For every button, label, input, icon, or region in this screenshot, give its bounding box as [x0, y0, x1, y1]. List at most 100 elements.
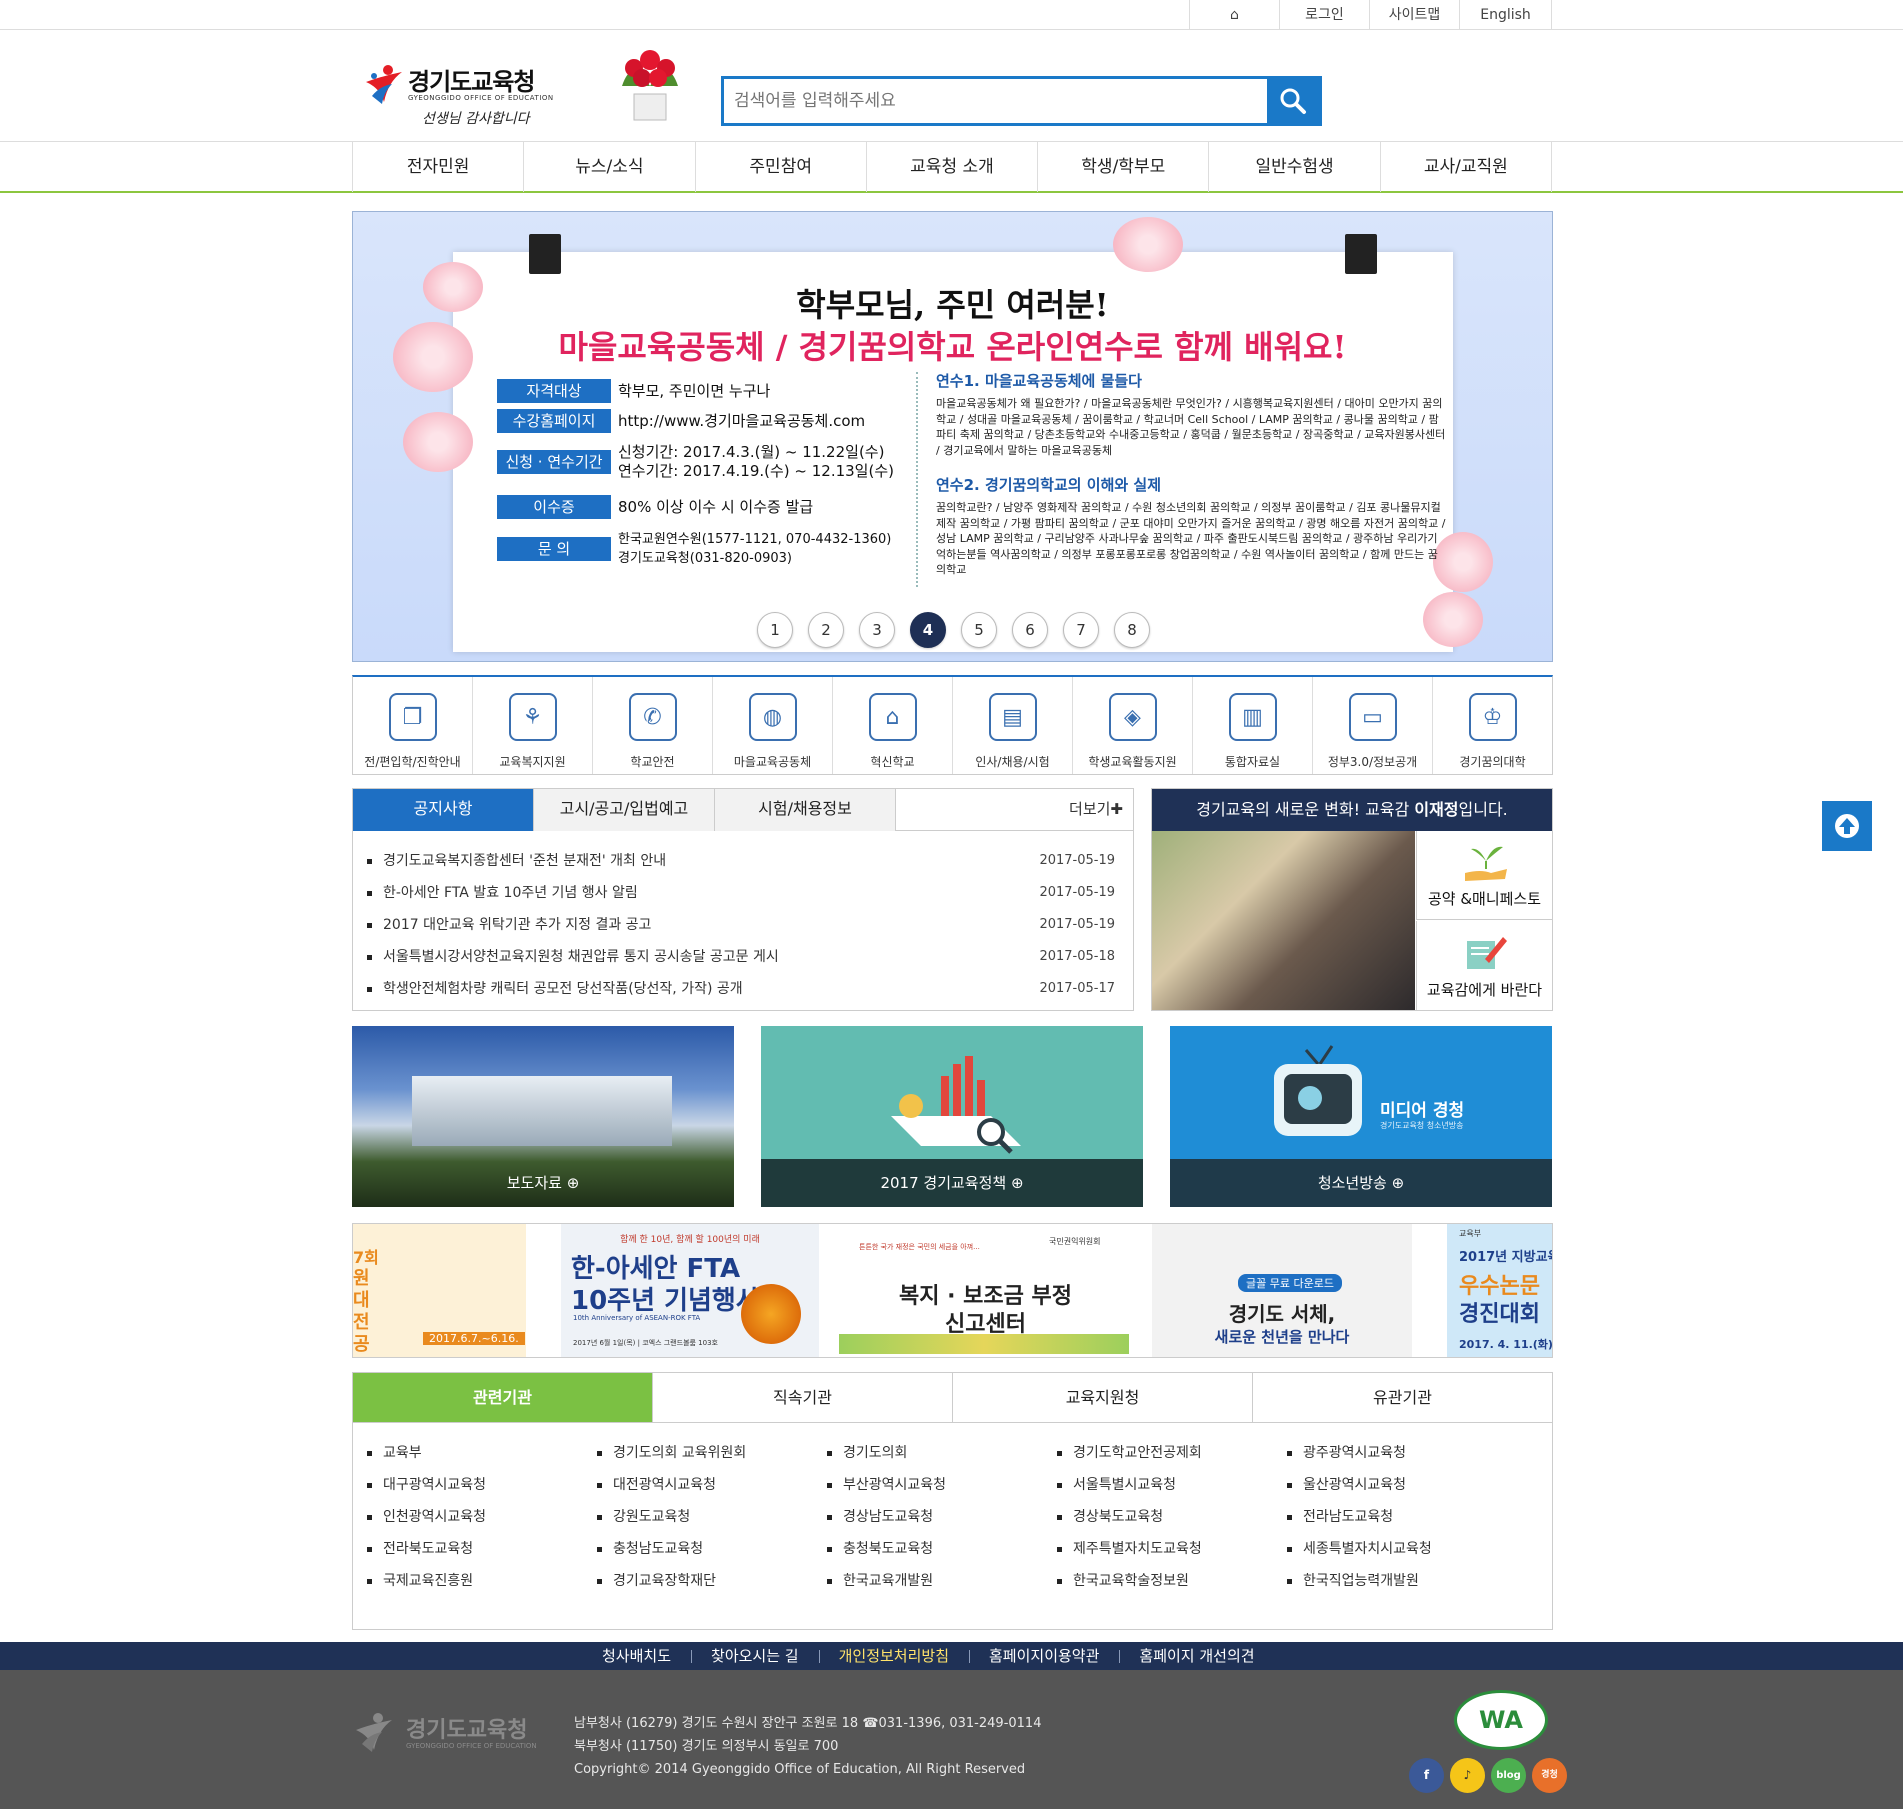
- page-button[interactable]: 7: [1063, 612, 1099, 648]
- quick-item-dream-univ[interactable]: ♔ 경기꿈의대학: [1433, 677, 1552, 774]
- org-link[interactable]: 세종특별자치시교육청: [1285, 1533, 1515, 1565]
- site-logo[interactable]: 경기도교육청 GYEONGGIDO OFFICE OF EDUCATION 선생…: [362, 58, 562, 128]
- quick-item-admission[interactable]: ❐ 전/편입학/진학안내: [353, 677, 473, 774]
- org-link[interactable]: 한국직업능력개발원: [1285, 1565, 1515, 1597]
- phone-plus-icon: ✆: [628, 693, 677, 741]
- page-button[interactable]: 3: [859, 612, 895, 648]
- org-link[interactable]: 한국교육학술정보원: [1055, 1565, 1285, 1597]
- footer-link-feedback[interactable]: 홈페이지 개선의견: [1119, 1642, 1274, 1670]
- gnb-item-students-parents[interactable]: 학생/학부모: [1037, 142, 1208, 192]
- login-link[interactable]: 로그인: [1279, 0, 1369, 30]
- pledge-button[interactable]: 공약 &매니페스토: [1416, 831, 1552, 920]
- banner-item[interactable]: 함께 한 10년, 함께 할 100년의 미래 한-아세안 FTA 10주년 기…: [561, 1224, 819, 1357]
- tab-associated[interactable]: 유관기관: [1253, 1373, 1552, 1422]
- facebook-icon[interactable]: f: [1409, 1758, 1444, 1793]
- tab-affiliated[interactable]: 직속기관: [653, 1373, 953, 1422]
- list-item[interactable]: 서울특별시강서양천교육지원청 채권압류 통지 공시송달 공고문 게시 2017-0…: [365, 941, 1115, 973]
- web-accessibility-mark[interactable]: WA: [1454, 1690, 1548, 1750]
- quick-item-activity[interactable]: ◈ 학생교육활동지원: [1073, 677, 1193, 774]
- graduation-cap-icon: ♔: [1468, 693, 1517, 741]
- org-link[interactable]: 울산광역시교육청: [1285, 1469, 1515, 1501]
- quick-item-innovation[interactable]: ⌂ 혁신학교: [833, 677, 953, 774]
- org-link[interactable]: 경기교육장학재단: [595, 1565, 825, 1597]
- gnb-item-participation[interactable]: 주민참여: [694, 142, 866, 192]
- org-link[interactable]: 대구광역시교육청: [365, 1469, 595, 1501]
- kakao-icon[interactable]: ♪: [1450, 1758, 1485, 1793]
- org-link[interactable]: 충청북도교육청: [825, 1533, 1055, 1565]
- press-release-box[interactable]: 보도자료 ⊕: [352, 1026, 734, 1207]
- quick-item-village[interactable]: ◍ 마을교육공동체: [713, 677, 833, 774]
- tab-exam[interactable]: 시험/채용정보: [715, 789, 896, 831]
- search-input[interactable]: [724, 79, 1262, 123]
- banner-item[interactable]: 국민권익위원회 튼튼한 국가 재정은 국민의 세금을 아껴... 복지 · 보조…: [819, 1224, 1152, 1357]
- org-link[interactable]: 국제교육진흥원: [365, 1565, 595, 1597]
- org-link[interactable]: 경상남도교육청: [825, 1501, 1055, 1533]
- org-link[interactable]: 부산광역시교육청: [825, 1469, 1055, 1501]
- policy-box[interactable]: 2017 경기교육정책 ⊕: [761, 1026, 1143, 1207]
- petition-button[interactable]: 교육감에게 바란다: [1416, 921, 1552, 1010]
- org-link[interactable]: 경기도의회: [825, 1437, 1055, 1469]
- scroll-top-button[interactable]: [1822, 801, 1872, 851]
- org-link[interactable]: 인천광역시교육청: [365, 1501, 595, 1533]
- blog-icon[interactable]: blog: [1491, 1758, 1526, 1793]
- org-link[interactable]: 경상북도교육청: [1055, 1501, 1285, 1533]
- footer-link-privacy[interactable]: 개인정보처리방침: [818, 1642, 969, 1670]
- quick-item-welfare[interactable]: ⚘ 교육복지지원: [473, 677, 593, 774]
- english-link[interactable]: English: [1459, 0, 1552, 30]
- org-link[interactable]: 전라북도교육청: [365, 1533, 595, 1565]
- quick-item-archive[interactable]: ▥ 통합자료실: [1193, 677, 1313, 774]
- org-link[interactable]: 강원도교육청: [595, 1501, 825, 1533]
- search-button[interactable]: [1267, 79, 1319, 123]
- gnb-item-teachers[interactable]: 교사/교직원: [1379, 142, 1552, 192]
- org-link[interactable]: 대전광역시교육청: [595, 1469, 825, 1501]
- banner-item[interactable]: 글꼴 무료 다운로드 경기도 서체, 새로운 천년을 만나다: [1152, 1224, 1412, 1357]
- footer-link-floor-plan[interactable]: 청사배치도: [582, 1642, 691, 1670]
- page-button-active[interactable]: 4: [910, 612, 946, 648]
- list-item[interactable]: 2017 대안교육 위탁기관 추가 지정 결과 공고 2017-05-19: [365, 909, 1115, 941]
- page-button[interactable]: 1: [757, 612, 793, 648]
- list-item[interactable]: 경기도교육복지종합센터 '준천 분재전' 개최 안내 2017-05-19: [365, 845, 1115, 877]
- main-banner-slider[interactable]: 학부모님, 주민 여러분! 마을교육공동체 / 경기꿈의학교 온라인연수로 함께…: [352, 211, 1553, 662]
- banner-text: 교육부: [1459, 1229, 1482, 1238]
- gnb-item-about[interactable]: 교육청 소개: [865, 142, 1037, 192]
- footer-link-terms[interactable]: 홈페이지이용약관: [969, 1642, 1119, 1670]
- list-item[interactable]: 한-아세안 FTA 발효 10주년 기념 행사 알림 2017-05-19: [365, 877, 1115, 909]
- banner-item[interactable]: 7회 원 대전 공모 2017.6.7.~6.16.: [353, 1224, 526, 1357]
- org-link[interactable]: 서울특별시교육청: [1055, 1469, 1285, 1501]
- footer-link-directions[interactable]: 찾아오시는 길: [691, 1642, 819, 1670]
- page-button[interactable]: 8: [1114, 612, 1150, 648]
- org-link[interactable]: 충청남도교육청: [595, 1533, 825, 1565]
- gnb-item-examinees[interactable]: 일반수험생: [1208, 142, 1379, 192]
- quick-item-recruit[interactable]: ▤ 인사/채용/시험: [953, 677, 1073, 774]
- tab-notice[interactable]: 공지사항: [353, 789, 534, 831]
- page-button[interactable]: 5: [961, 612, 997, 648]
- tab-district-offices[interactable]: 교육지원청: [953, 1373, 1253, 1422]
- page-button[interactable]: 2: [808, 612, 844, 648]
- tab-announcement[interactable]: 고시/공고/입법예고: [534, 789, 715, 831]
- home-icon[interactable]: ⌂: [1189, 0, 1279, 30]
- org-link[interactable]: 경기도학교안전공제회: [1055, 1437, 1285, 1469]
- gnb-item-civil-petition[interactable]: 전자민원: [352, 142, 523, 192]
- org-link[interactable]: 경기도의회 교육위원회: [595, 1437, 825, 1469]
- org-link[interactable]: 한국교육개발원: [825, 1565, 1055, 1597]
- youth-broadcast-box[interactable]: 미디어 경청 경기도교육청 청소년방송 청소년방송 ⊕: [1170, 1026, 1552, 1207]
- notice-board: 공지사항 고시/공고/입법예고 시험/채용정보 더보기✚ 경기도교육복지종합센터…: [352, 788, 1134, 1011]
- page-button[interactable]: 6: [1012, 612, 1048, 648]
- logo-slogan: 선생님 감사합니다: [422, 111, 530, 127]
- more-link[interactable]: 더보기✚: [1069, 789, 1123, 831]
- org-link[interactable]: 교육부: [365, 1437, 595, 1469]
- org-link[interactable]: 광주광역시교육청: [1285, 1437, 1515, 1469]
- org-link[interactable]: 전라남도교육청: [1285, 1501, 1515, 1533]
- quick-item-gov30[interactable]: ▭ 정부3.0/정보공개: [1313, 677, 1433, 774]
- tab-related[interactable]: 관련기관: [353, 1373, 653, 1422]
- reporter-icon[interactable]: 경청: [1532, 1758, 1567, 1793]
- gnb-item-news[interactable]: 뉴스/소식: [523, 142, 694, 192]
- utility-bar: ⌂ 로그인 사이트맵 English: [0, 0, 1903, 30]
- course2-title: 연수2. 경기꿈의학교의 이해와 실제: [936, 476, 1162, 494]
- banner-item[interactable]: 교육부 2017년 지방교육 우수논문 경진대회 2017. 4. 11.(화): [1447, 1224, 1552, 1357]
- blocks-icon: ◈: [1108, 693, 1157, 741]
- list-item[interactable]: 학생안전체험차량 캐릭터 공모전 당선작품(당선작, 가작) 공개 2017-05…: [365, 973, 1115, 1005]
- quick-item-safety[interactable]: ✆ 학교안전: [593, 677, 713, 774]
- sitemap-link[interactable]: 사이트맵: [1369, 0, 1459, 30]
- org-link[interactable]: 제주특별자치도교육청: [1055, 1533, 1285, 1565]
